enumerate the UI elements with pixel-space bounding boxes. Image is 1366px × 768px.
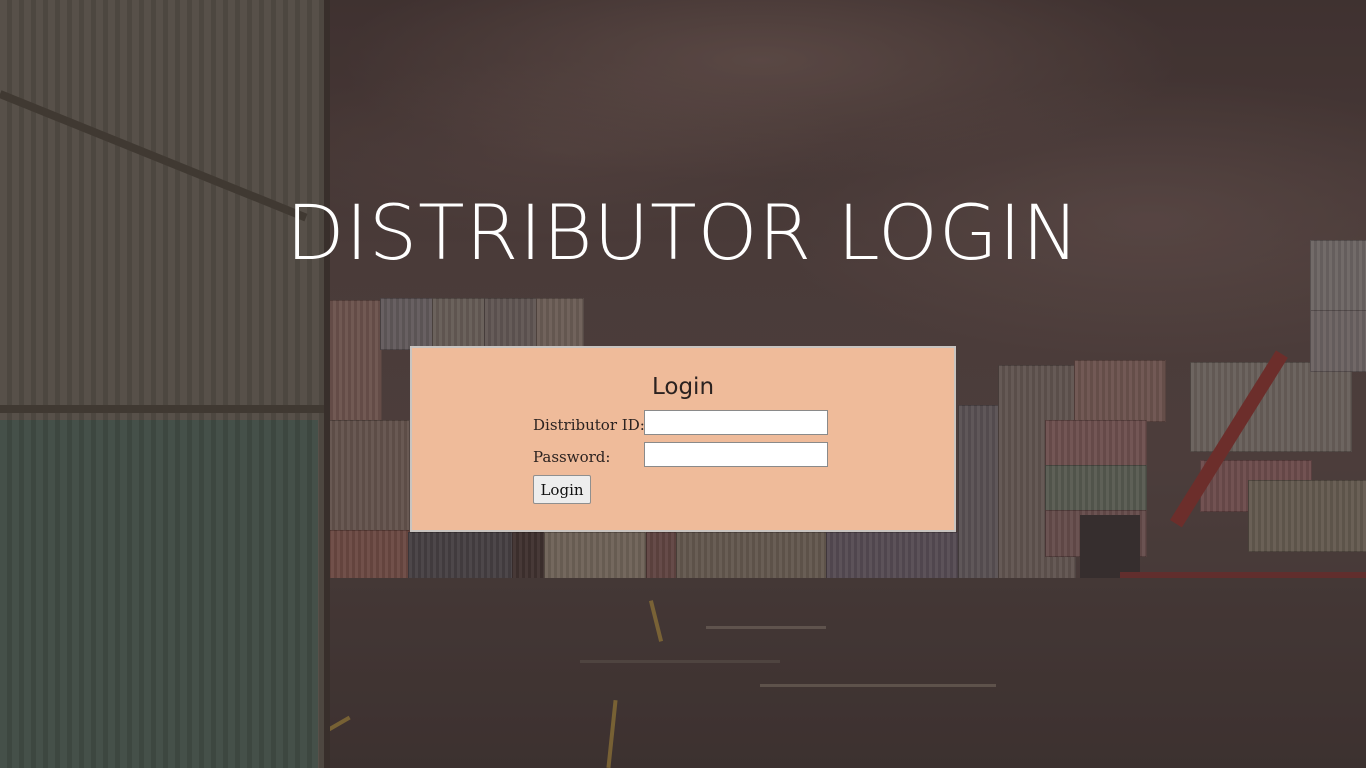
distributor-id-label: Distributor ID: bbox=[533, 416, 645, 434]
login-button[interactable]: Login bbox=[533, 475, 591, 504]
password-input[interactable] bbox=[644, 442, 828, 467]
page-title: DISTRIBUTOR LOGIN bbox=[285, 188, 1081, 277]
login-panel: Login Distributor ID: Password: Login bbox=[410, 346, 956, 532]
login-panel-title: Login bbox=[651, 374, 715, 400]
password-label: Password: bbox=[533, 448, 611, 466]
distributor-id-input[interactable] bbox=[644, 410, 828, 435]
